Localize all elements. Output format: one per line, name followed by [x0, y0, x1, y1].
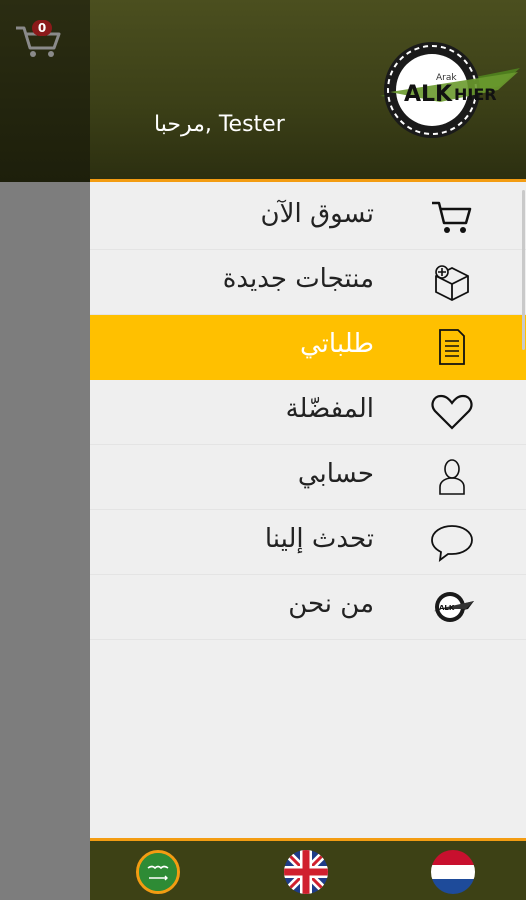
drawer-header: مرحبا, Tester ALK HIER Arak [90, 0, 526, 182]
heart-icon [430, 392, 474, 432]
navigation-drawer: مرحبا, Tester ALK HIER Arak تسوق الآن من… [90, 0, 526, 900]
menu-item-my-orders[interactable]: طلباتي [90, 315, 526, 380]
menu-item-label: من نحن [288, 589, 374, 619]
chat-bubble-icon [430, 522, 474, 562]
scroll-indicator [522, 190, 525, 350]
language-bar [90, 838, 526, 900]
svg-text:ALK: ALK [404, 82, 453, 107]
svg-text:ALK: ALK [439, 604, 455, 612]
menu-item-about-us[interactable]: من نحن ALK [90, 575, 526, 640]
menu-item-label: المفضّلة [285, 394, 374, 424]
netherlands-flag-icon [431, 850, 475, 894]
document-icon [430, 327, 474, 367]
menu-item-label: طلباتي [300, 329, 374, 359]
new-product-box-icon [430, 262, 474, 302]
menu-item-favorites[interactable]: المفضّلة [90, 380, 526, 445]
menu-item-label: منتجات جديدة [222, 264, 374, 294]
svg-text:HIER: HIER [454, 85, 497, 104]
user-icon [430, 457, 474, 497]
app-content-dimmed[interactable] [0, 182, 90, 900]
menu-item-new-products[interactable]: منتجات جديدة [90, 250, 526, 315]
language-english-button[interactable] [284, 850, 328, 894]
language-dutch-button[interactable] [431, 850, 475, 894]
drawer-menu: تسوق الآن منتجات جديدة طلباتي المفضّلة ح… [90, 185, 526, 640]
welcome-text: مرحبا, Tester [154, 112, 285, 137]
menu-item-label: حسابي [297, 459, 374, 489]
menu-item-contact-us[interactable]: تحدث إلينا [90, 510, 526, 575]
cart-icon [430, 197, 474, 237]
cart-button[interactable]: 0 [14, 18, 62, 60]
menu-item-label: تحدث إلينا [264, 524, 374, 554]
uk-flag-icon [284, 850, 328, 894]
menu-item-my-account[interactable]: حسابي [90, 445, 526, 510]
saudi-flag-icon [139, 853, 177, 891]
language-arabic-button[interactable] [136, 850, 180, 894]
menu-item-label: تسوق الآن [260, 199, 374, 229]
menu-item-shop-now[interactable]: تسوق الآن [90, 185, 526, 250]
company-logo-icon: ALK [430, 587, 474, 627]
app-logo: ALK HIER Arak [380, 38, 520, 142]
svg-text:Arak: Arak [436, 73, 457, 83]
cart-count-badge: 0 [32, 20, 52, 36]
